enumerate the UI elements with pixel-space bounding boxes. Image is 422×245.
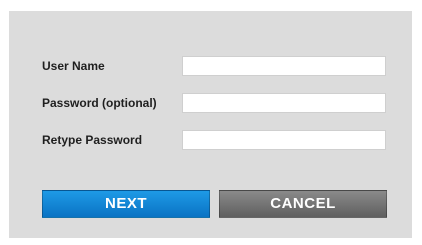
username-input[interactable] — [182, 56, 386, 76]
cancel-button[interactable]: CANCEL — [219, 190, 387, 218]
retype-password-label: Retype Password — [42, 133, 143, 147]
password-input[interactable] — [182, 93, 386, 113]
username-label: User Name — [42, 59, 105, 73]
password-row: Password (optional) — [9, 93, 412, 115]
username-row: User Name — [9, 56, 412, 78]
password-label: Password (optional) — [42, 96, 157, 110]
retype-password-row: Retype Password — [9, 130, 412, 152]
setup-form-panel: User Name Password (optional) Retype Pas… — [9, 11, 412, 238]
retype-password-input[interactable] — [182, 130, 386, 150]
next-button[interactable]: NEXT — [42, 190, 210, 218]
